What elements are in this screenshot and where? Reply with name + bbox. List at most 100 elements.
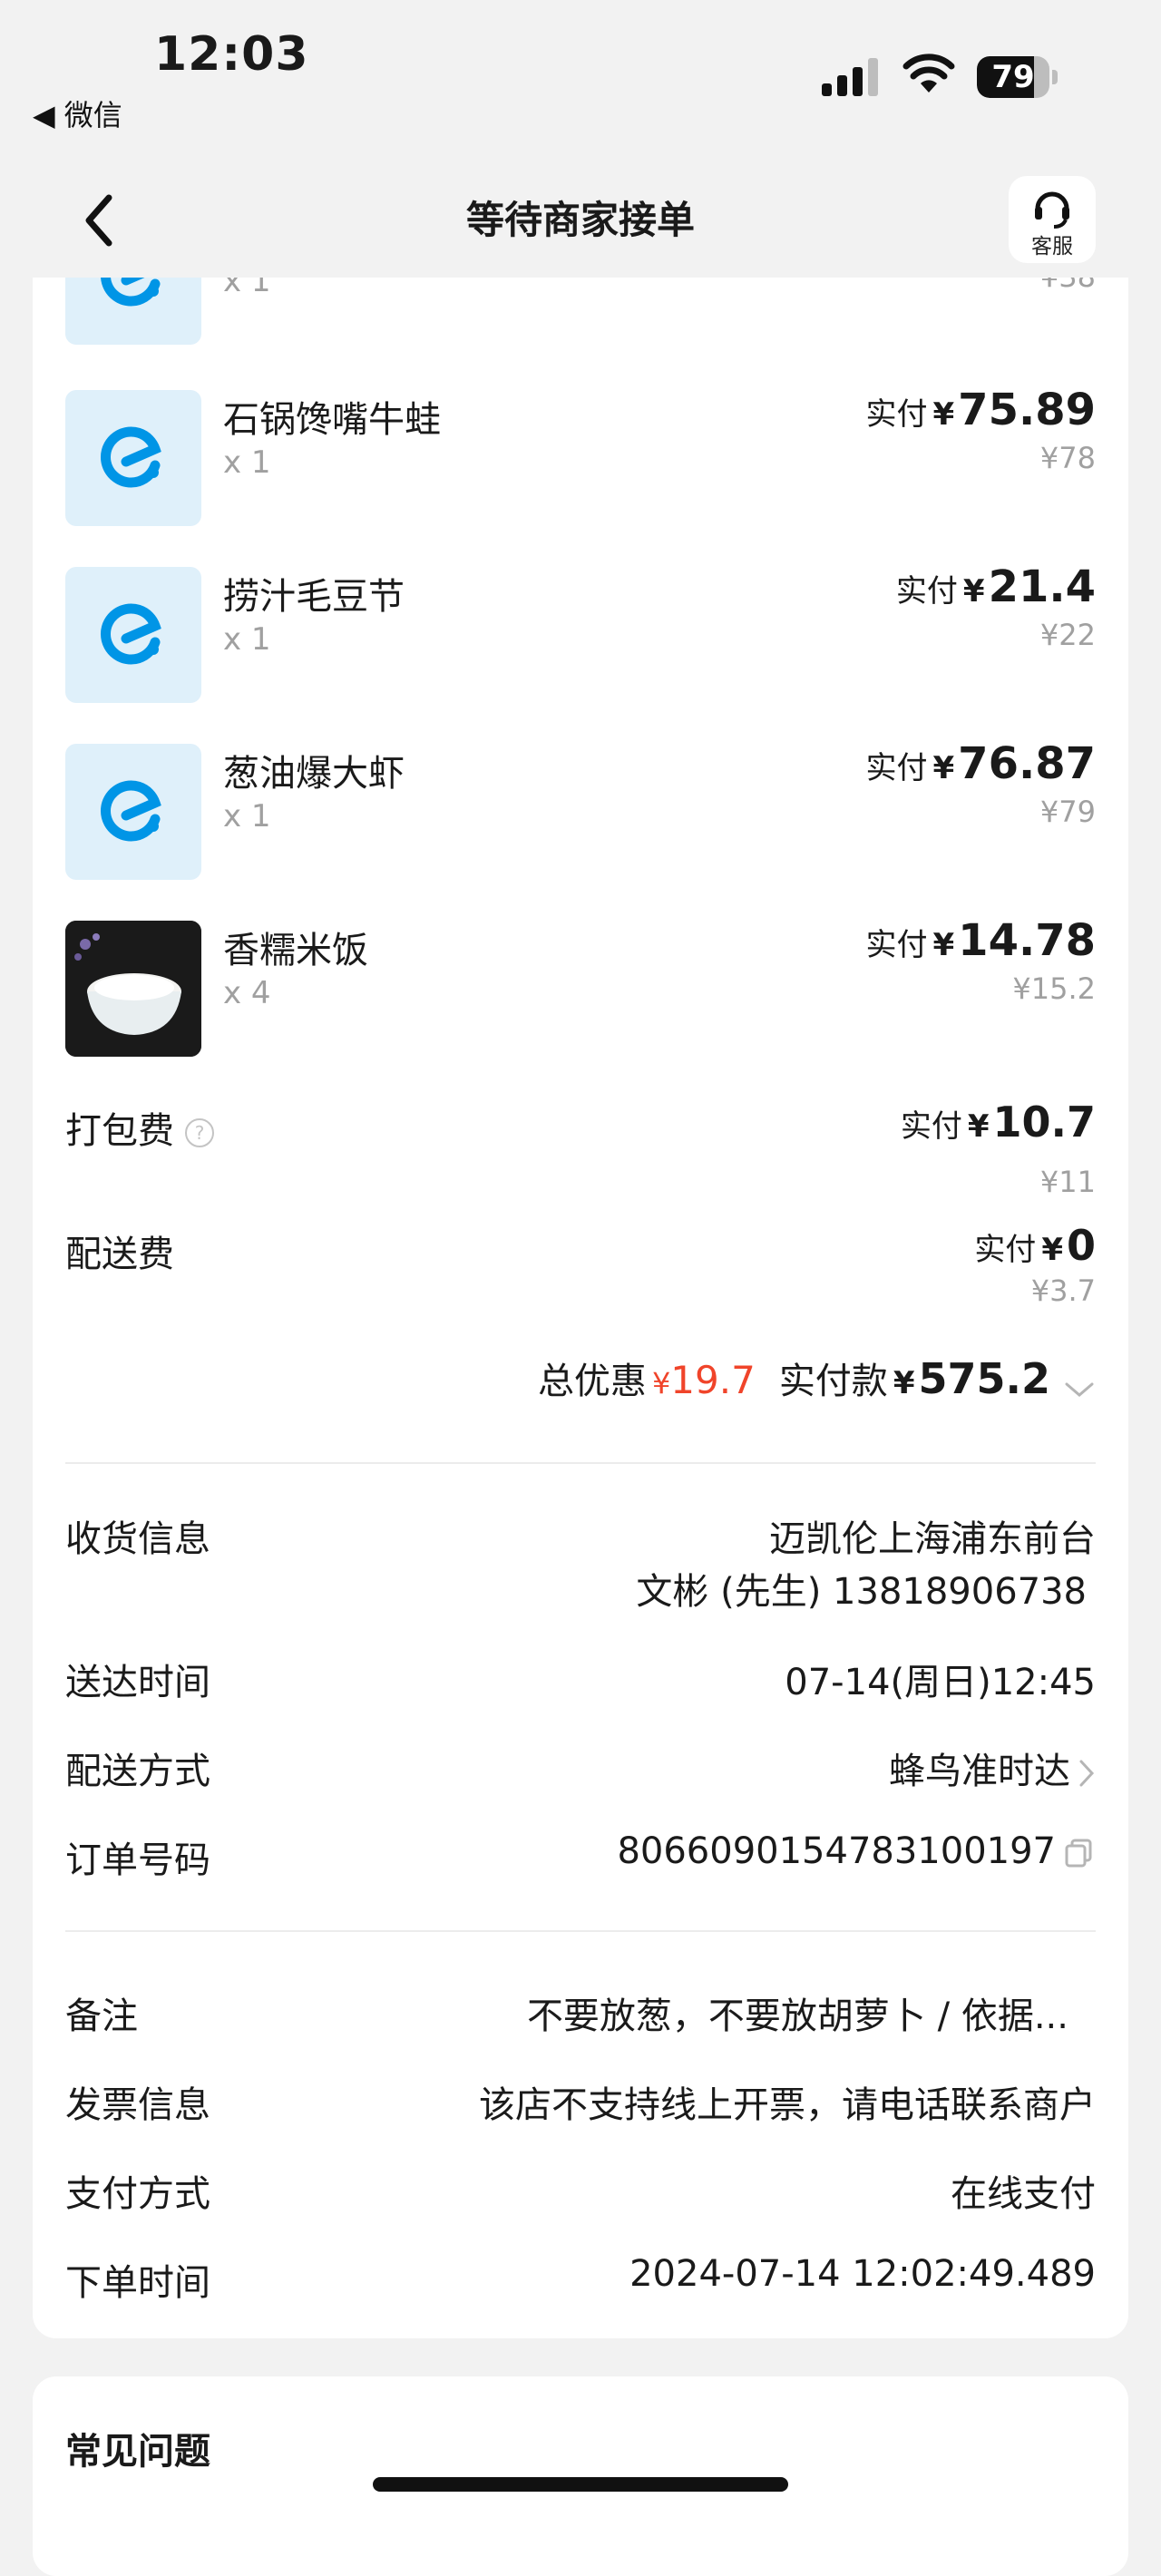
order-number-label: 订单号码 — [65, 1839, 210, 1881]
item-quantity: x 1 — [223, 621, 271, 658]
remark-row[interactable]: 备注 不要放葱，不要放胡萝卜 / 依据... — [65, 1986, 1096, 2041]
item-quantity: x 1 — [223, 278, 271, 299]
order-detail-card: x 1 ¥38 石锅馋嘴牛蛙 x 1 实付¥75.89 ¥78 捞汁毛豆节 x … — [33, 278, 1128, 2338]
currency-symbol: ¥ — [651, 1366, 671, 1400]
payment-method-value: 在线支付 — [951, 2173, 1096, 2215]
list-item[interactable]: 葱油爆大虾 x 1 实付 ¥76.87 ¥79 — [65, 738, 1096, 880]
copy-icon[interactable] — [1063, 1837, 1096, 1869]
product-image — [65, 390, 201, 526]
invoice-value: 该店不支持线上开票，请电话联系商户 — [479, 2084, 1096, 2126]
currency-symbol: ¥ — [932, 750, 955, 786]
home-indicator[interactable] — [373, 2477, 788, 2492]
list-item[interactable]: 捞汁毛豆节 x 1 实付 ¥21.4 ¥22 — [65, 561, 1096, 703]
item-quantity: x 1 — [223, 798, 271, 834]
item-name: 葱油爆大虾 — [223, 753, 405, 795]
rice-bowl-image — [65, 921, 201, 1057]
paid-label: 实付 — [865, 750, 928, 786]
address-line1: 迈凯伦上海浦东前台 — [769, 1518, 1096, 1560]
paid-amount: 21.4 — [988, 561, 1096, 612]
currency-symbol: ¥ — [932, 396, 955, 433]
order-time-value: 2024-07-14 12:02:49.489 — [629, 2253, 1096, 2295]
item-quantity: x 4 — [223, 975, 271, 1011]
arrive-time-value: 07-14(周日)12:45 — [785, 1662, 1096, 1703]
arrive-time-label: 送达时间 — [65, 1662, 210, 1703]
list-item[interactable]: 石锅馋嘴牛蛙 x 1 实付 ¥75.89 ¥78 — [65, 385, 1096, 526]
item-original-price: ¥79 — [1039, 795, 1096, 829]
arrive-time-row: 送达时间 07-14(周日)12:45 — [65, 1653, 1096, 1707]
list-item[interactable]: 香糯米饭 x 4 实付 ¥14.78 ¥15.2 — [65, 915, 1096, 1057]
wifi-icon — [902, 53, 955, 94]
discount-label: 总优惠 — [537, 1361, 647, 1402]
chevron-right-icon — [1079, 1760, 1095, 1787]
back-to-wechat-link[interactable]: ◀ 微信 — [33, 93, 122, 134]
payment-method-label: 支付方式 — [65, 2173, 210, 2215]
packing-fee-row: 打包费? 实付 ¥10.7 ¥11 — [65, 1098, 1096, 1210]
delivery-method-label: 配送方式 — [65, 1751, 210, 1792]
product-image — [65, 278, 201, 345]
paid-label: 实付 — [895, 573, 958, 610]
customer-service-button[interactable]: 客服 — [1009, 176, 1096, 263]
back-button[interactable] — [78, 190, 123, 250]
item-paid-price: 实付 ¥76.87 — [866, 738, 1097, 789]
eleme-logo-icon — [101, 278, 161, 307]
delivery-fee-label: 配送费 — [65, 1234, 174, 1275]
nav-bar: 等待商家接单 客服 — [0, 163, 1161, 278]
order-number-value: 8066090154783100197 — [617, 1830, 1056, 1872]
status-bar: 12:03 ◀ 微信 79 — [0, 0, 1161, 136]
delivery-fee-row: 配送费 实付 ¥0 ¥3.7 — [65, 1221, 1096, 1333]
item-name: 石锅馋嘴牛蛙 — [223, 399, 441, 441]
packing-fee-label: 打包费 — [65, 1110, 174, 1152]
currency-symbol: ¥ — [932, 927, 955, 963]
paid-label: 实付 — [865, 927, 928, 963]
help-icon[interactable]: ? — [185, 1118, 214, 1147]
payment-method-row: 支付方式 在线支付 — [65, 2164, 1096, 2219]
chevron-down-icon — [1065, 1382, 1094, 1397]
pay-amount: 575.2 — [918, 1354, 1050, 1403]
battery-icon: 79 — [977, 56, 1060, 98]
packing-fee-original: ¥11 — [1039, 1165, 1096, 1199]
battery-level: 79 — [991, 59, 1035, 95]
item-name: 香糯米饭 — [223, 930, 368, 971]
paid-label: 实付 — [974, 1232, 1037, 1268]
currency-symbol: ¥ — [967, 1108, 990, 1145]
order-number-row: 订单号码 8066090154783100197 — [65, 1830, 1096, 1885]
faq-title: 常见问题 — [65, 2431, 210, 2473]
item-name: 捞汁毛豆节 — [223, 576, 405, 618]
eleme-logo-icon — [101, 426, 161, 488]
invoice-row: 发票信息 该店不支持线上开票，请电话联系商户 — [65, 2075, 1096, 2130]
item-original-price: ¥22 — [1039, 618, 1096, 652]
item-original-price: ¥78 — [1039, 441, 1096, 475]
page-title: 等待商家接单 — [465, 198, 695, 242]
item-quantity: x 1 — [223, 444, 271, 481]
product-image — [65, 744, 201, 880]
divider — [65, 1462, 1096, 1464]
paid-amount: 14.78 — [958, 915, 1096, 966]
order-total-summary[interactable]: 总优惠 ¥19.7 实付款 ¥575.2 — [538, 1351, 1096, 1404]
chevron-left-icon — [85, 194, 112, 247]
delivery-fee-original: ¥3.7 — [1030, 1273, 1096, 1308]
remark-label: 备注 — [65, 1995, 138, 2037]
order-time-label: 下单时间 — [65, 2262, 210, 2304]
delivery-method-row[interactable]: 配送方式 蜂鸟准时达 — [65, 1742, 1096, 1796]
packing-fee-paid: 实付 ¥10.7 — [901, 1098, 1096, 1147]
discount-amount: 19.7 — [670, 1358, 756, 1402]
currency-symbol: ¥ — [962, 573, 985, 610]
invoice-label: 发票信息 — [65, 2084, 210, 2126]
paid-amount: 0 — [1066, 1221, 1096, 1270]
currency-symbol: ¥ — [893, 1365, 915, 1401]
faq-card[interactable]: 常见问题 — [33, 2376, 1128, 2576]
remark-value: 不要放葱，不要放胡萝卜 / 依据... — [526, 1995, 1068, 2037]
headset-icon — [1035, 191, 1069, 229]
item-original-price: ¥38 — [1040, 278, 1096, 294]
delivery-method-value: 蜂鸟准时达 — [889, 1751, 1070, 1792]
customer-service-label: 客服 — [1031, 235, 1073, 259]
item-original-price: ¥15.2 — [1012, 971, 1096, 1006]
pay-label: 实付款 — [778, 1361, 888, 1402]
paid-amount: 10.7 — [992, 1098, 1097, 1147]
address-row: 收货信息 迈凯伦上海浦东前台 文彬 (先生) 13818906738 — [65, 1509, 1096, 1618]
product-image — [65, 567, 201, 703]
eleme-logo-icon — [101, 603, 161, 665]
paid-label: 实付 — [900, 1108, 962, 1145]
list-item[interactable]: x 1 ¥38 — [65, 278, 1096, 345]
address-label: 收货信息 — [65, 1518, 210, 1560]
